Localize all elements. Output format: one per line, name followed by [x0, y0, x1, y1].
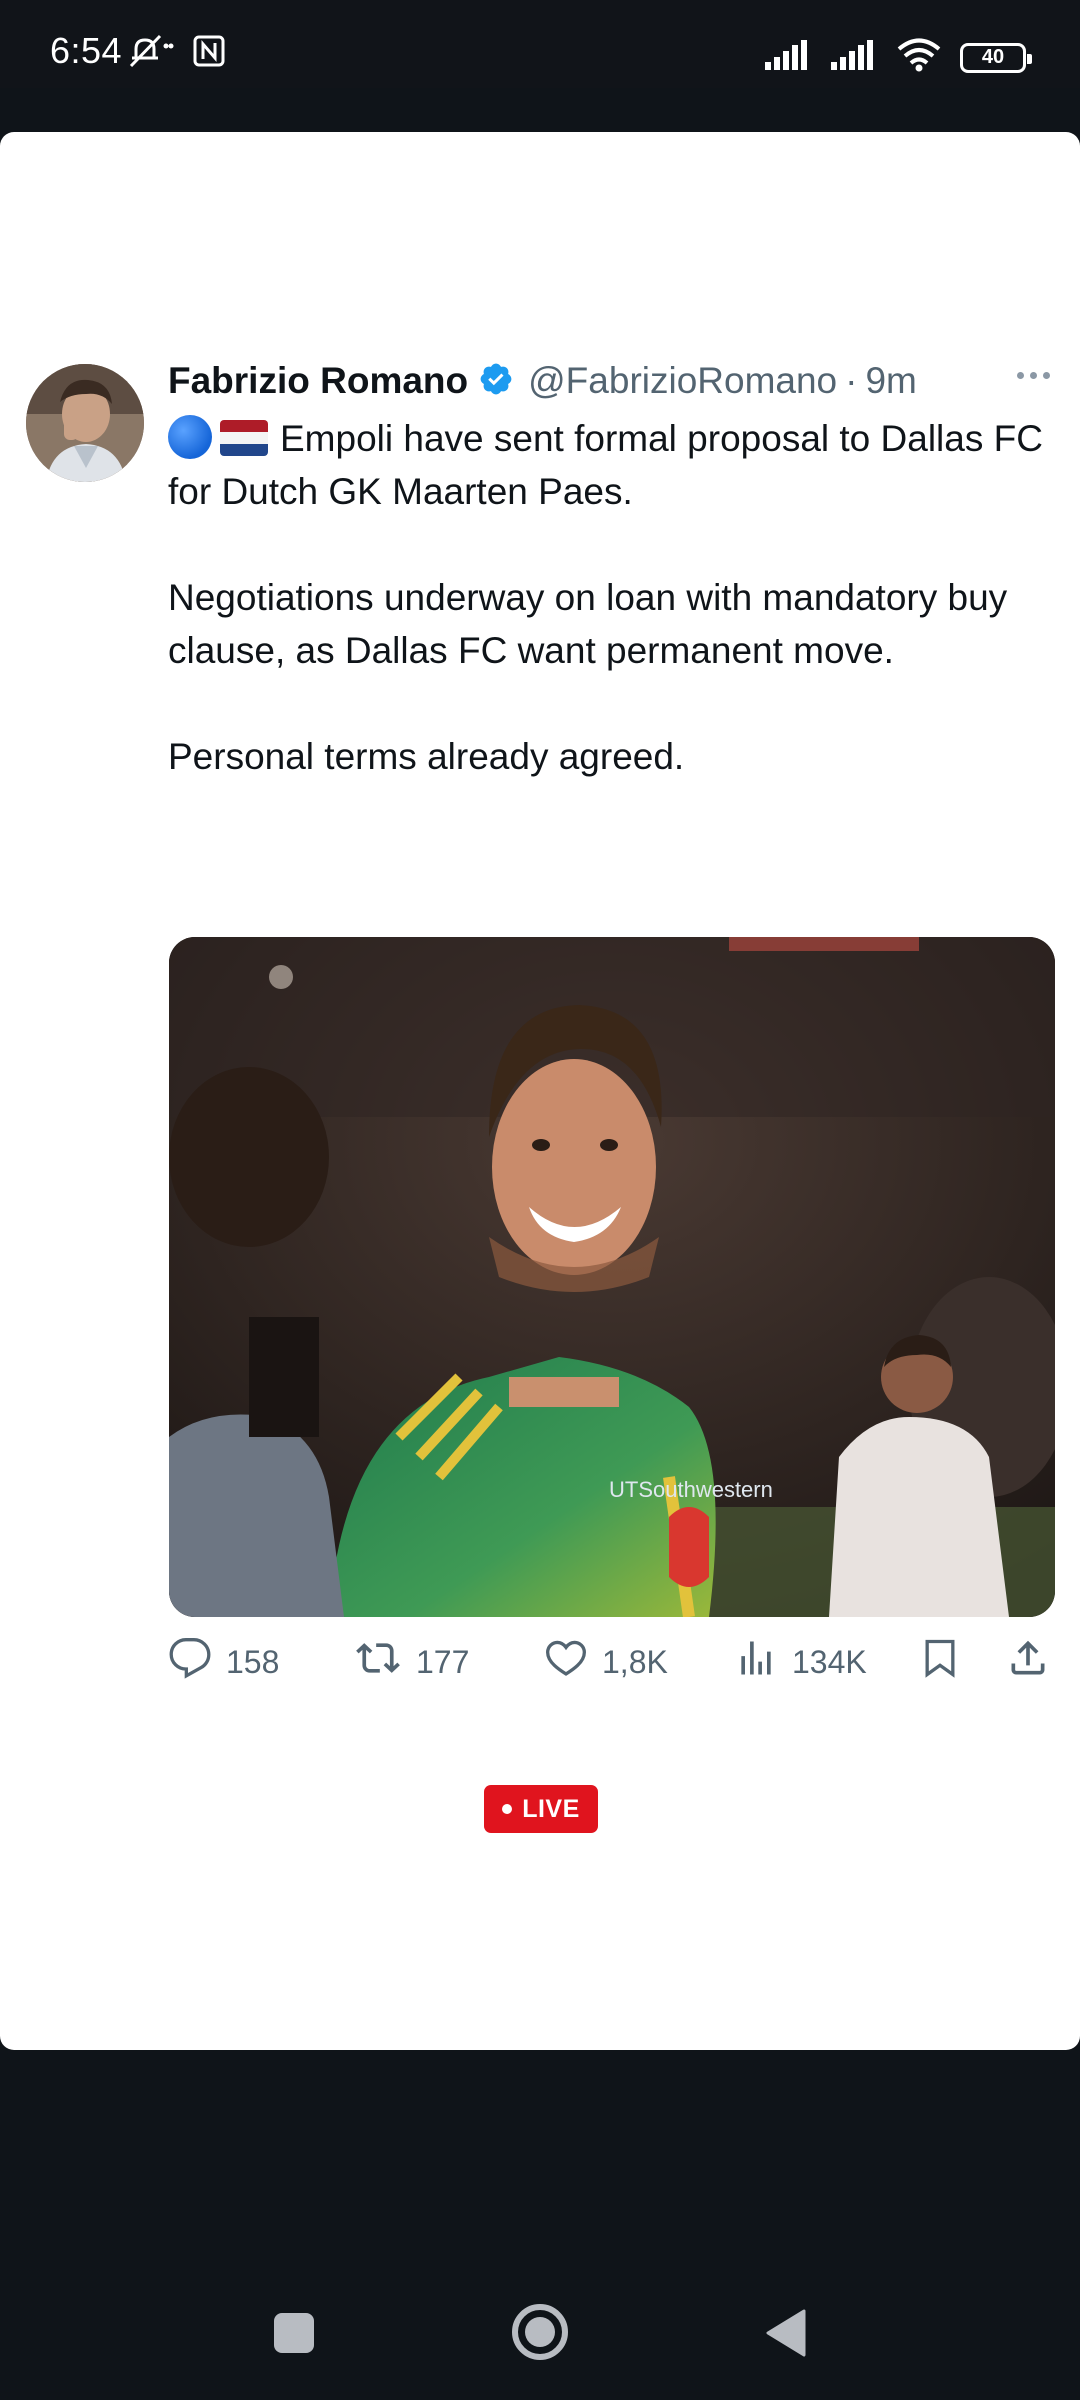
retweet-icon: [354, 1636, 402, 1688]
share-button[interactable]: [1006, 1636, 1050, 1688]
separator: ·: [845, 360, 858, 401]
reply-button[interactable]: 158: [168, 1636, 279, 1688]
heart-icon: [544, 1636, 588, 1688]
mute-icon: [128, 34, 174, 73]
home-button[interactable]: [510, 2302, 570, 2367]
views-count: 134K: [792, 1643, 867, 1680]
views-button[interactable]: 134K: [734, 1636, 867, 1688]
more-options-icon[interactable]: [1017, 372, 1050, 379]
reply-icon: [168, 1636, 212, 1688]
tweet-paragraph-2: Negotiations underway on loan with manda…: [168, 577, 1008, 671]
circle-home-icon: [512, 2304, 568, 2360]
live-badge[interactable]: LIVE: [484, 1785, 598, 1833]
netherlands-flag-icon: [220, 420, 268, 456]
tweet-media-image[interactable]: UTSouthwestern: [169, 937, 1055, 1617]
blue-circle-icon: [168, 415, 212, 459]
like-button[interactable]: 1,8K: [544, 1636, 668, 1688]
tweet-time[interactable]: 9m: [865, 360, 916, 402]
live-dot-icon: [502, 1804, 513, 1814]
tweet-header: Fabrizio Romano @FabrizioRomano · 9m: [168, 360, 917, 402]
status-bar: 6:54 40: [0, 0, 1080, 88]
back-button[interactable]: [764, 2308, 808, 2363]
square-icon: [274, 2313, 314, 2353]
avatar[interactable]: [26, 364, 144, 482]
status-left-icons: [128, 34, 226, 73]
bookmark-button[interactable]: [918, 1636, 962, 1688]
bookmark-icon: [918, 1636, 962, 1688]
author-handle[interactable]: @FabrizioRomano: [528, 360, 837, 402]
verified-badge-icon: [478, 361, 514, 402]
share-icon: [1006, 1636, 1050, 1688]
wifi-icon: [896, 38, 942, 77]
nfc-icon: [192, 34, 226, 73]
tweet-paragraph-3: Personal terms already agreed.: [168, 736, 685, 777]
jersey-sponsor-text: UTSouthwestern: [609, 1477, 773, 1502]
back-triangle-icon: [766, 2309, 806, 2357]
status-time: 6:54: [50, 30, 123, 71]
battery-icon: 40: [960, 42, 1032, 73]
like-count: 1,8K: [602, 1643, 668, 1680]
retweet-button[interactable]: 177: [354, 1636, 469, 1688]
recent-apps-button[interactable]: [272, 2311, 316, 2360]
signal-icon: [830, 40, 878, 75]
tweet-paragraph-1: Empoli have sent formal proposal to Dall…: [168, 412, 1058, 518]
reply-count: 158: [226, 1643, 280, 1680]
live-label: LIVE: [522, 1794, 580, 1823]
signal-icon: [764, 40, 812, 75]
views-icon: [734, 1636, 778, 1688]
tweet-line-1: Empoli have sent formal proposal to Dall…: [168, 418, 1043, 512]
retweet-count: 177: [416, 1643, 470, 1680]
tweet-actions: 158 177 1,8K 134K: [168, 1636, 1058, 1692]
status-right-icons: 40: [764, 38, 1032, 77]
author-name[interactable]: Fabrizio Romano: [168, 360, 468, 402]
tweet-text: Empoli have sent formal proposal to Dall…: [168, 412, 1058, 783]
